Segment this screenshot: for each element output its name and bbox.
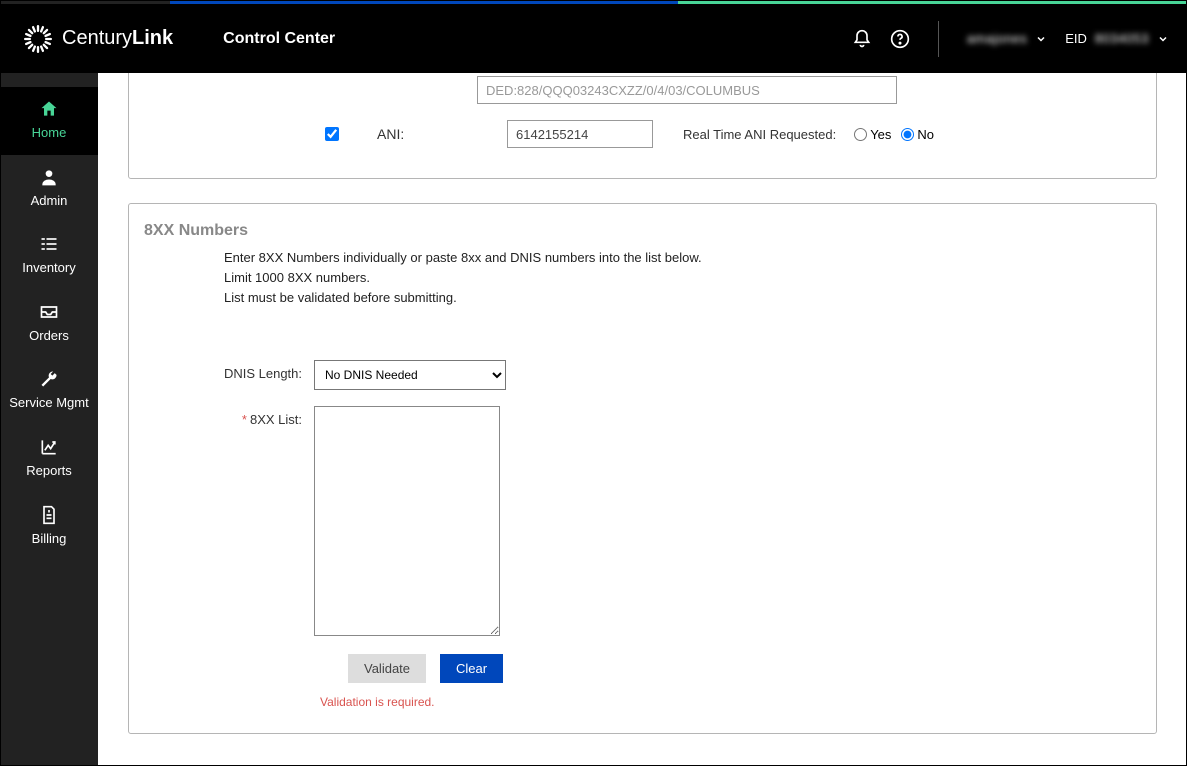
realtime-yes-radio[interactable]: Yes bbox=[854, 127, 891, 142]
eid-menu[interactable]: EID 8034053 bbox=[1065, 31, 1169, 46]
inbox-icon bbox=[39, 302, 59, 322]
section-title: 8XX Numbers bbox=[144, 222, 1141, 240]
chevron-down-icon bbox=[1035, 33, 1047, 45]
file-icon bbox=[39, 505, 59, 525]
ani-label: ANI: bbox=[377, 126, 507, 142]
app-title: Control Center bbox=[223, 30, 335, 48]
sidebar-item-label: Inventory bbox=[22, 260, 75, 276]
chart-icon bbox=[39, 437, 59, 457]
sidebar-item-label: Billing bbox=[32, 531, 67, 547]
sidebar-item-label: Home bbox=[32, 125, 67, 141]
ani-checkbox[interactable] bbox=[325, 127, 339, 141]
sidebar: Home Admin Inventory Orders bbox=[0, 73, 98, 766]
ani-panel: DED:828/QQQ03243CXZZ/0/4/03/COLUMBUS ANI… bbox=[128, 73, 1157, 179]
8xx-list-label: *8XX List: bbox=[144, 406, 314, 427]
sidebar-item-label: Reports bbox=[26, 463, 72, 479]
dnis-length-label: DNIS Length: bbox=[144, 360, 314, 381]
top-accent-bar bbox=[0, 0, 1187, 4]
wrench-icon bbox=[39, 369, 59, 389]
app-header: CenturyLink Control Center amajones bbox=[0, 4, 1187, 73]
radio-label: Yes bbox=[870, 127, 891, 142]
sidebar-item-home[interactable]: Home bbox=[0, 87, 98, 155]
list-icon bbox=[39, 234, 59, 254]
sidebar-item-billing[interactable]: Billing bbox=[0, 493, 98, 561]
realtime-no-radio[interactable]: No bbox=[901, 127, 934, 142]
sidebar-item-label: Admin bbox=[31, 193, 68, 209]
brand-name: CenturyLink bbox=[62, 27, 173, 50]
sidebar-item-label: Service Mgmt bbox=[9, 395, 88, 411]
sidebar-item-label: Orders bbox=[29, 328, 69, 344]
brand-logo: CenturyLink bbox=[24, 25, 173, 53]
validate-button[interactable]: Validate bbox=[348, 654, 426, 683]
user-icon bbox=[39, 167, 59, 187]
user-menu[interactable]: amajones bbox=[967, 31, 1047, 46]
help-icon[interactable] bbox=[890, 29, 910, 49]
clear-button[interactable]: Clear bbox=[440, 654, 503, 683]
eid-value: 8034053 bbox=[1095, 31, 1149, 46]
ani-input[interactable] bbox=[507, 120, 653, 148]
dnis-length-select[interactable]: No DNIS Needed bbox=[314, 360, 506, 390]
radio-label: No bbox=[917, 127, 934, 142]
sidebar-item-reports[interactable]: Reports bbox=[0, 425, 98, 493]
sidebar-item-inventory[interactable]: Inventory bbox=[0, 222, 98, 290]
trunk-readonly-field: DED:828/QQQ03243CXZZ/0/4/03/COLUMBUS bbox=[477, 76, 897, 104]
section-instructions: Enter 8XX Numbers individually or paste … bbox=[144, 248, 1141, 308]
header-divider bbox=[938, 21, 939, 57]
validation-error: Validation is required. bbox=[320, 695, 1141, 709]
sidebar-item-orders[interactable]: Orders bbox=[0, 290, 98, 358]
sidebar-item-service-mgmt[interactable]: Service Mgmt bbox=[0, 357, 98, 425]
8xx-list-textarea[interactable] bbox=[314, 406, 500, 636]
home-icon bbox=[39, 99, 59, 119]
sidebar-item-admin[interactable]: Admin bbox=[0, 155, 98, 223]
user-name: amajones bbox=[967, 31, 1027, 46]
sunburst-icon bbox=[24, 25, 52, 53]
eid-label: EID bbox=[1065, 31, 1087, 46]
realtime-ani-label: Real Time ANI Requested: bbox=[683, 127, 836, 142]
notifications-icon[interactable] bbox=[852, 29, 872, 49]
8xx-panel: 8XX Numbers Enter 8XX Numbers individual… bbox=[128, 203, 1157, 734]
chevron-down-icon bbox=[1157, 33, 1169, 45]
main-content: DED:828/QQQ03243CXZZ/0/4/03/COLUMBUS ANI… bbox=[98, 73, 1187, 766]
